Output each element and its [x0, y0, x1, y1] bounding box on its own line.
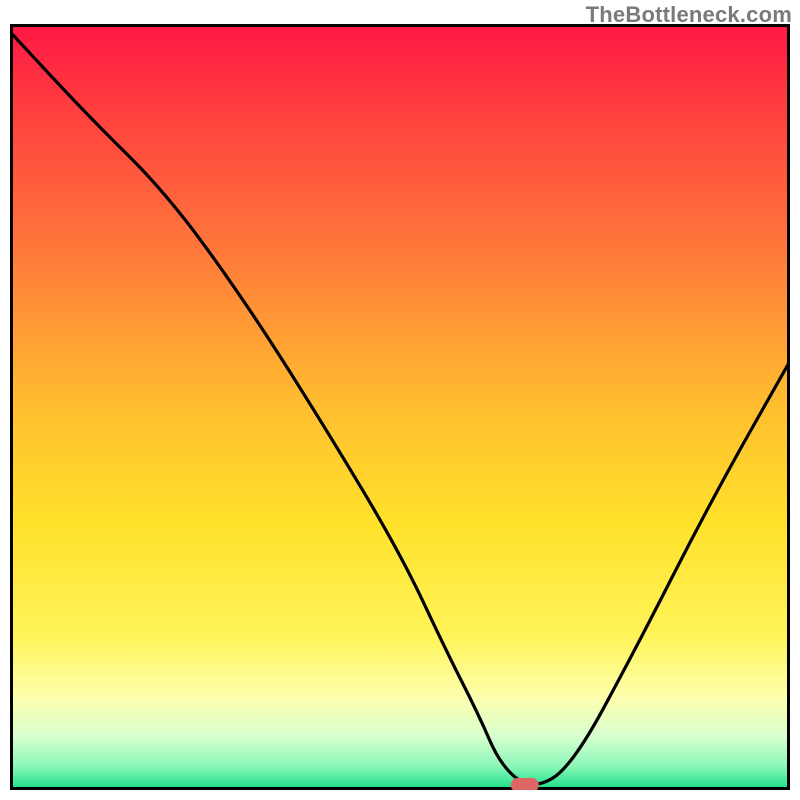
gradient-background — [11, 25, 789, 789]
optimal-marker — [511, 778, 539, 790]
bottleneck-chart — [10, 24, 790, 790]
